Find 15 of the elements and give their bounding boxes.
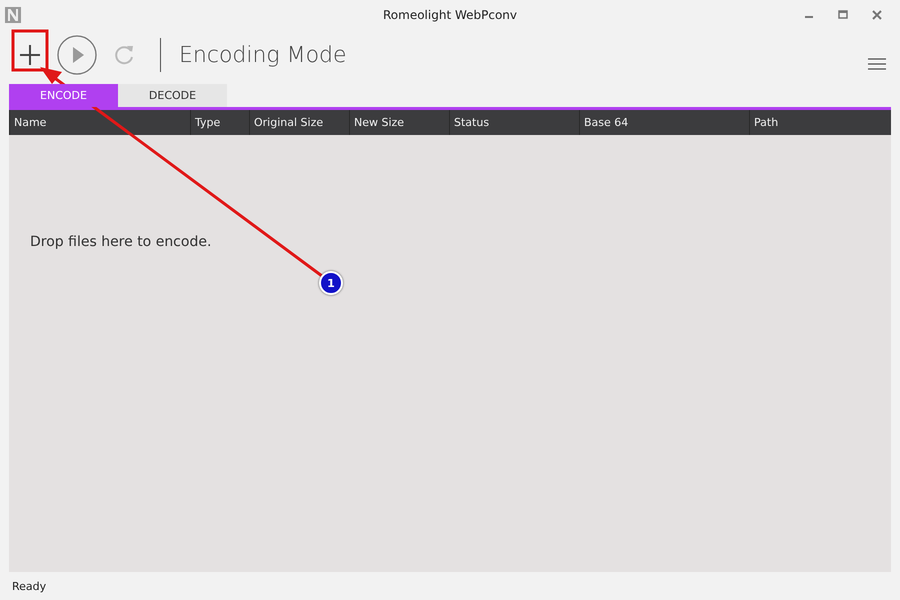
maximize-icon	[838, 10, 848, 20]
refresh-icon	[112, 43, 136, 67]
tab[interactable]: DECODE	[118, 84, 227, 107]
highlight-frame	[12, 30, 48, 72]
window-title: Romeolight WebPconv	[383, 8, 517, 22]
drop-hint: Drop files here to encode.	[30, 234, 212, 250]
app-logo-icon	[5, 7, 21, 23]
close-icon	[872, 10, 882, 20]
tab[interactable]: ENCODE	[9, 84, 118, 107]
plus-icon	[18, 43, 42, 67]
play-button[interactable]	[56, 35, 98, 75]
status-text: Ready	[12, 580, 46, 592]
play-icon	[57, 35, 97, 75]
mode-heading: Encoding Mode	[179, 42, 347, 68]
menu-icon	[868, 57, 886, 71]
